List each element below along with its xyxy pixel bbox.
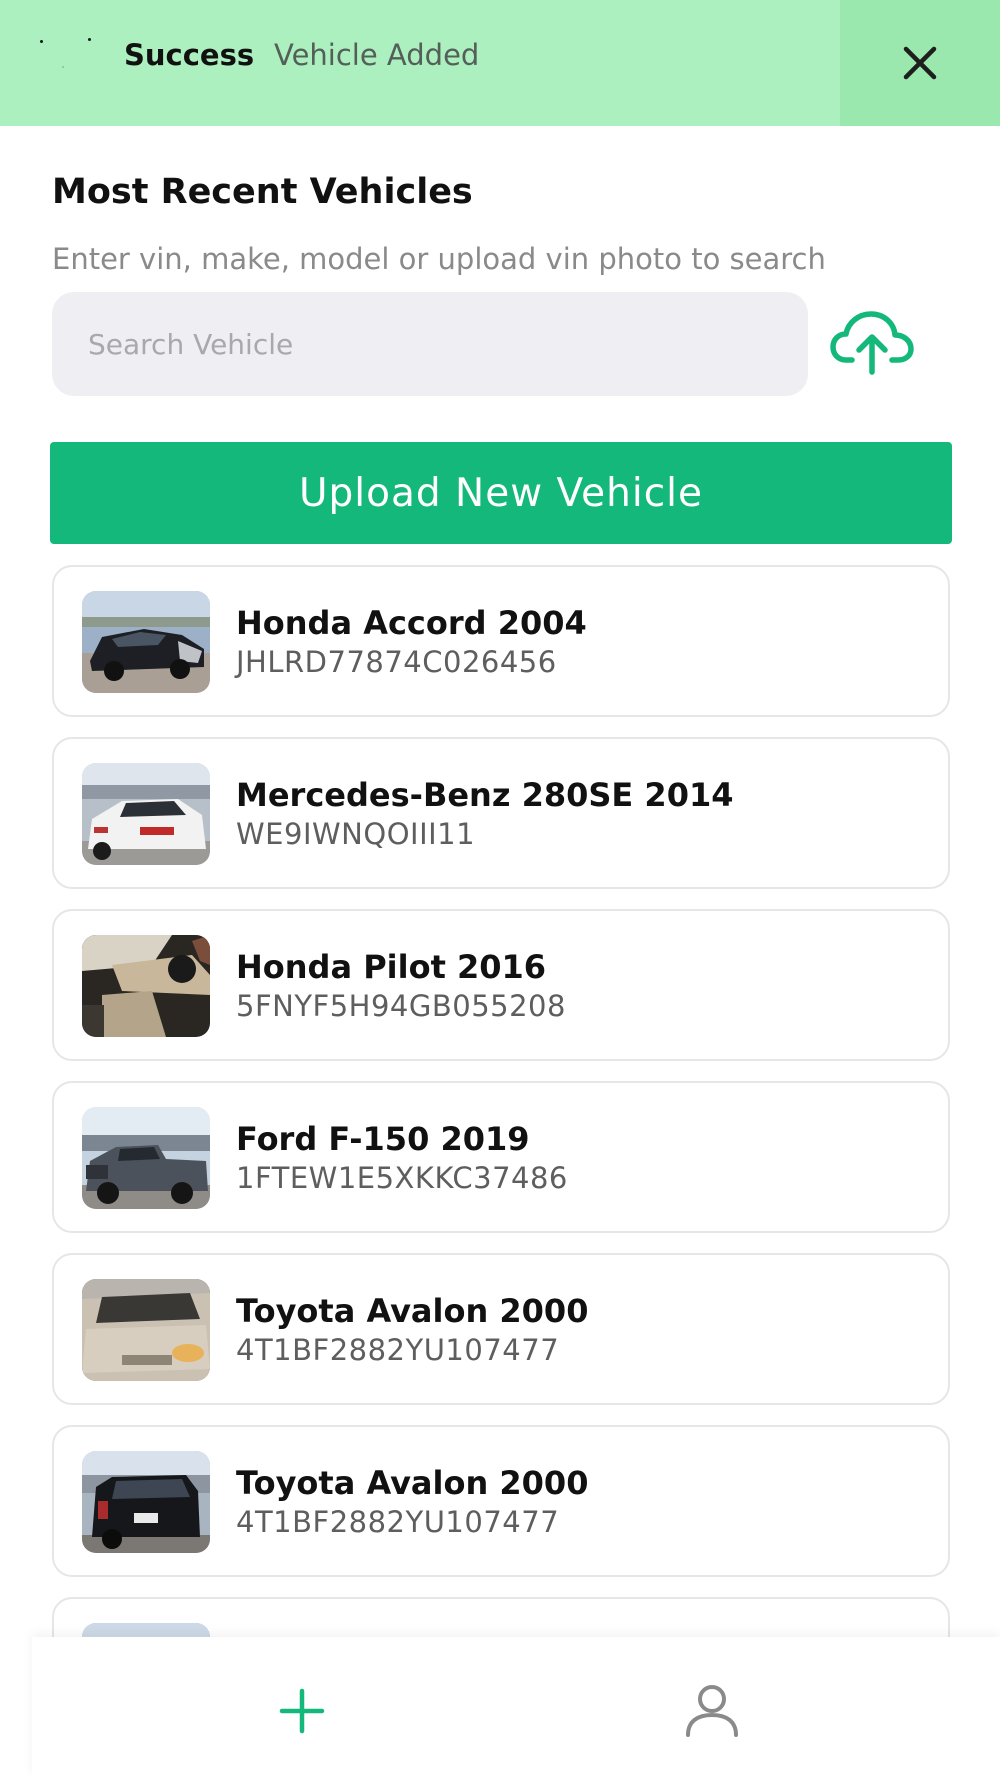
search-helper-text: Enter vin, make, model or upload vin pho… [52,242,826,276]
vehicle-list-viewport[interactable]: Honda Accord 2004 JHLRD77874C026456 Merc… [0,562,1000,1637]
nav-add-button[interactable] [272,1681,332,1741]
close-icon[interactable] [900,43,940,83]
vehicle-card[interactable]: Honda Pilot 2016 5FNYF5H94GB055208 [52,909,950,1061]
vehicle-vin: 1FTEW1E5XKKC37486 [236,1161,568,1195]
vehicle-photo [82,1107,210,1209]
toast-status-icon [36,36,106,76]
vehicle-card[interactable]: Toyota Avalon 2000 4T1BF2882YU107477 [52,1253,950,1405]
vehicle-vin: WE9IWNQOIII11 [236,817,476,851]
toast-close-button[interactable] [840,0,1000,126]
vehicle-photo [82,935,210,1037]
search-field[interactable] [52,292,808,396]
vehicle-name: Toyota Avalon 2000 [236,1292,589,1330]
vehicle-vin: JHLRD77874C026456 [236,645,557,679]
vehicle-card[interactable]: Ford F-150 2019 1FTEW1E5XKKC37486 [52,1081,950,1233]
bottom-navigation [32,1637,1000,1778]
vehicle-vin: 4T1BF2882YU107477 [236,1333,560,1367]
upload-new-vehicle-button[interactable]: Upload New Vehicle [50,442,952,544]
toast-message: Vehicle Added [274,38,480,72]
search-input[interactable] [88,292,808,396]
plus-icon[interactable] [272,1681,332,1741]
user-icon[interactable] [680,1679,744,1743]
page-title: Most Recent Vehicles [52,172,473,212]
vehicle-card[interactable]: Honda Accord 2004 JHLRD77874C026456 [52,565,950,717]
vehicle-card[interactable] [52,1597,950,1637]
vehicle-name: Honda Pilot 2016 [236,948,547,986]
upload-vin-photo-button[interactable] [830,308,914,376]
vehicle-card[interactable]: Toyota Avalon 2000 4T1BF2882YU107477 [52,1425,950,1577]
vehicle-photo [82,1623,210,1637]
vehicle-photo [82,591,210,693]
vehicle-list: Honda Accord 2004 JHLRD77874C026456 Merc… [52,565,950,1637]
vehicle-photo [82,1451,210,1553]
vehicle-name: Toyota Avalon 2000 [236,1464,589,1502]
success-toast: Success Vehicle Added [0,0,1000,126]
cloud-upload-icon[interactable] [830,308,914,376]
vehicle-name: Ford F-150 2019 [236,1120,530,1158]
vehicle-name: Honda Accord 2004 [236,604,587,642]
vehicle-card[interactable]: Mercedes-Benz 280SE 2014 WE9IWNQOIII11 [52,737,950,889]
vehicle-vin: 4T1BF2882YU107477 [236,1505,560,1539]
nav-profile-button[interactable] [680,1679,744,1743]
vehicle-name: Mercedes-Benz 280SE 2014 [236,776,734,814]
vehicle-photo [82,1279,210,1381]
vehicle-photo [82,763,210,865]
vehicle-vin: 5FNYF5H94GB055208 [236,989,566,1023]
toast-title: Success [124,38,255,72]
